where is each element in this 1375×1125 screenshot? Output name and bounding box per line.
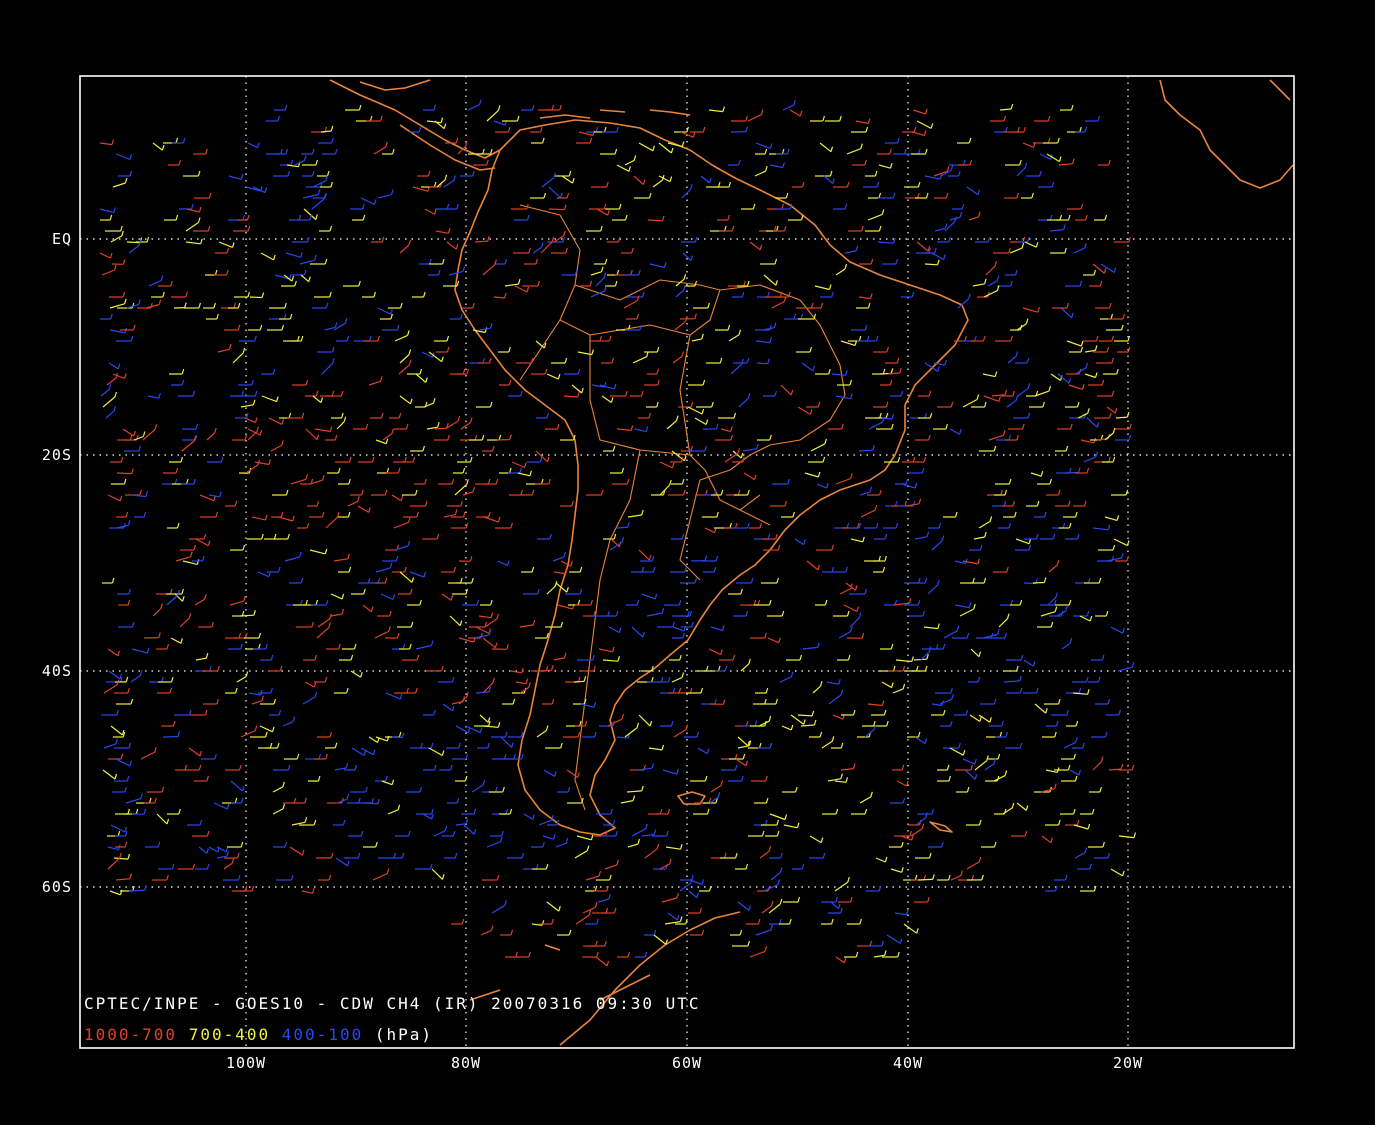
wind-barb <box>128 889 145 892</box>
wind-barb <box>756 362 768 365</box>
lon-label-20w: 20W <box>1112 1054 1144 1072</box>
legend-high-level: 400-100 <box>281 1025 364 1044</box>
map-caption: CPTEC/INPE - GOES10 - CDW CH4 (IR) 20070… <box>84 994 701 1013</box>
wind-barb <box>239 614 254 617</box>
lat-label-eq: EQ <box>51 230 72 248</box>
wind-barb <box>917 878 933 881</box>
wind-barb <box>858 449 873 452</box>
wind-barb <box>913 658 927 661</box>
lon-label-100w: 100W <box>225 1054 267 1072</box>
lon-label-60w: 60W <box>671 1054 703 1072</box>
wind-barb <box>539 669 552 672</box>
wind-vector-map <box>0 0 1375 1125</box>
lat-label-60s: 60S <box>41 878 72 896</box>
lat-label-40s: 40S <box>41 662 72 680</box>
wind-barb <box>249 296 263 299</box>
pressure-legend: 1000-700 700-400 400-100 (hPa) <box>84 1025 433 1044</box>
legend-mid-level: 700-400 <box>188 1025 271 1044</box>
legend-unit: (hPa) <box>374 1025 434 1044</box>
wind-barb <box>116 472 132 475</box>
lon-label-40w: 40W <box>892 1054 924 1072</box>
wind-barb <box>474 240 488 243</box>
wind-barb <box>548 208 565 211</box>
wind-barb <box>391 736 403 739</box>
lon-label-80w: 80W <box>450 1054 482 1072</box>
legend-low-level: 1000-700 <box>84 1025 178 1044</box>
wind-barb <box>1032 581 1045 584</box>
lat-label-20s: 20S <box>41 446 72 464</box>
wind-barb <box>573 680 585 683</box>
wind-barb <box>924 263 938 266</box>
wind-barb <box>615 526 628 529</box>
